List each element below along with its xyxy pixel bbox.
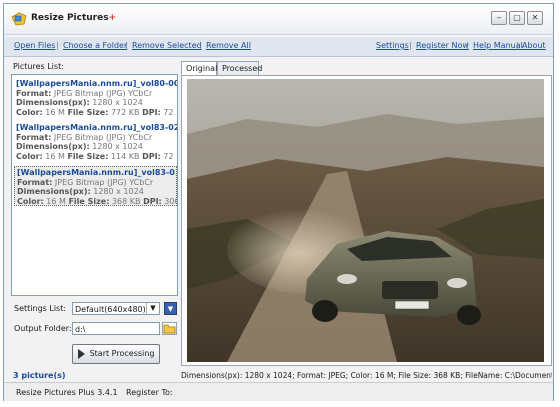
menu-about[interactable]: About bbox=[522, 41, 546, 50]
dpi-label: DPI: bbox=[142, 151, 161, 161]
menu-separator: | bbox=[125, 41, 128, 50]
color-value: 16 M bbox=[45, 107, 65, 117]
dimensions-value: 1280 x 1024 bbox=[92, 142, 143, 151]
settings-list-value: Default(640x480) bbox=[75, 305, 146, 314]
pictures-list[interactable]: [WallpapersMania.nnm.ru]_vol80-007.jp Fo… bbox=[11, 74, 178, 296]
file-size-label: File Size: bbox=[68, 196, 110, 206]
menu-choose-folder[interactable]: Choose a Folder bbox=[63, 41, 127, 50]
dpi-value: 72 bbox=[163, 107, 174, 117]
dimensions-value: 1280 x 1024 bbox=[93, 187, 144, 196]
color-label: Color: bbox=[16, 107, 43, 117]
chevron-down-icon: ▼ bbox=[167, 305, 174, 313]
file-size-label: File Size: bbox=[67, 107, 109, 117]
menu-separator: | bbox=[56, 41, 59, 50]
menu-open-files[interactable]: Open Files bbox=[14, 41, 55, 50]
settings-list-select[interactable]: Default(640x480) ▼ bbox=[72, 302, 160, 315]
maximize-button[interactable]: ▢ bbox=[509, 11, 525, 25]
start-processing-label: Start Processing bbox=[89, 349, 155, 358]
file-size-value: 114 KB bbox=[110, 151, 140, 161]
format-label: Format: bbox=[16, 132, 52, 142]
chevron-down-icon[interactable]: ▼ bbox=[146, 303, 159, 314]
menu-remove-selected[interactable]: Remove Selected bbox=[132, 41, 202, 50]
color-label: Color: bbox=[17, 196, 44, 206]
format-value: JPEG Bitmap (JPG) YCbCr bbox=[54, 177, 154, 187]
menu-separator: | bbox=[466, 41, 469, 50]
dpi-value: 72 bbox=[163, 151, 174, 161]
output-folder-label: Output Folder: bbox=[14, 324, 72, 333]
folder-icon bbox=[163, 324, 176, 334]
status-app-version: Resize Pictures Plus 3.4.1 bbox=[16, 388, 118, 397]
menu-separator: | bbox=[516, 41, 519, 50]
menu-remove-all[interactable]: Remove All bbox=[206, 41, 251, 50]
format-label: Format: bbox=[16, 88, 52, 98]
dpi-label: DPI: bbox=[143, 196, 162, 206]
close-button[interactable]: ✕ bbox=[527, 11, 543, 25]
title-plus: + bbox=[108, 13, 117, 23]
title-bar: Resize Pictures+ ‒ ▢ ✕ bbox=[4, 4, 553, 35]
app-logo-icon bbox=[11, 12, 27, 26]
menu-bar: Open Files | Choose a Folder | Remove Se… bbox=[4, 37, 553, 57]
color-label: Color: bbox=[16, 151, 43, 161]
file-size-label: File Size: bbox=[67, 151, 109, 161]
dimensions-label: Dimensions(px): bbox=[16, 142, 90, 151]
color-value: 16 M bbox=[45, 151, 65, 161]
list-item[interactable]: [WallpapersMania.nnm.ru]_vol83-023.jp Fo… bbox=[14, 122, 177, 162]
pictures-list-label: Pictures List: bbox=[13, 62, 64, 71]
menu-separator: | bbox=[409, 41, 412, 50]
status-bar: Resize Pictures Plus 3.4.1 Register To: bbox=[4, 382, 553, 401]
menu-settings[interactable]: Settings bbox=[376, 41, 409, 50]
format-value: JPEG Bitmap (JPG) YCbCr bbox=[53, 88, 153, 98]
image-info-line: Dimensions(px): 1280 x 1024; Format: JPE… bbox=[181, 371, 552, 380]
format-label: Format: bbox=[17, 177, 53, 187]
format-value: JPEG Bitmap (JPG) YCbCr bbox=[53, 132, 153, 142]
file-size-value: 772 KB bbox=[110, 107, 140, 117]
dpi-value: 300 bbox=[164, 196, 176, 206]
picture-count: 3 picture(s) bbox=[13, 371, 66, 380]
app-window: Resize Pictures+ ‒ ▢ ✕ Open Files | Choo… bbox=[3, 3, 554, 401]
dpi-label: DPI: bbox=[142, 107, 161, 117]
browse-folder-button[interactable] bbox=[162, 322, 177, 335]
dimensions-label: Dimensions(px): bbox=[17, 187, 91, 196]
tab-processed[interactable]: Processed bbox=[217, 61, 262, 75]
output-folder-input[interactable]: d:\ bbox=[72, 322, 160, 335]
image-preview bbox=[181, 75, 552, 366]
list-item-selected[interactable]: [WallpapersMania.nnm.ru]_vol83-011.jp Fo… bbox=[14, 166, 177, 206]
window-title: Resize Pictures+ bbox=[31, 13, 117, 23]
settings-list-label: Settings List: bbox=[14, 304, 67, 313]
picture-filename: [WallpapersMania.nnm.ru]_vol83-011.jp bbox=[17, 168, 176, 177]
menu-separator: | bbox=[199, 41, 202, 50]
tab-original[interactable]: Original bbox=[181, 61, 217, 76]
settings-edit-button[interactable]: ▼ bbox=[164, 302, 177, 315]
file-size-value: 368 KB bbox=[111, 196, 141, 206]
list-item[interactable]: [WallpapersMania.nnm.ru]_vol80-007.jp Fo… bbox=[14, 78, 177, 118]
dimensions-label: Dimensions(px): bbox=[16, 98, 90, 107]
picture-filename: [WallpapersMania.nnm.ru]_vol83-023.jp bbox=[16, 123, 177, 132]
color-value: 16 M bbox=[46, 196, 66, 206]
start-processing-button[interactable]: Start Processing bbox=[72, 344, 160, 364]
picture-filename: [WallpapersMania.nnm.ru]_vol80-007.jp bbox=[16, 79, 177, 88]
dimensions-value: 1280 x 1024 bbox=[92, 98, 143, 107]
menu-register-now[interactable]: Register Now bbox=[416, 41, 469, 50]
play-icon bbox=[77, 348, 85, 359]
minimize-button[interactable]: ‒ bbox=[491, 11, 507, 25]
preview-photo bbox=[187, 79, 544, 362]
status-register: Register To: bbox=[126, 388, 173, 397]
